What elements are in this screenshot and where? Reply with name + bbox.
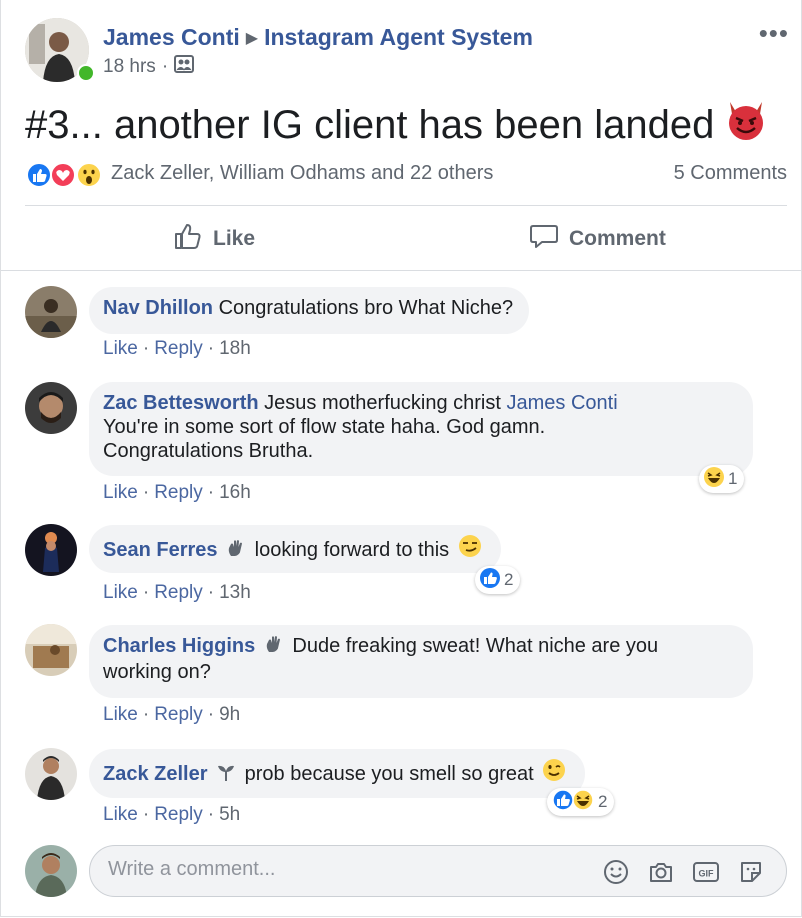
post-timestamp[interactable]: 18 hrs — [103, 56, 156, 78]
commenter-avatar[interactable] — [25, 524, 77, 576]
camera-icon[interactable] — [647, 858, 675, 886]
comment-button[interactable]: Comment — [529, 220, 666, 258]
post-meta: 18 hrs · — [103, 55, 195, 79]
mention-link[interactable]: James Conti — [506, 392, 617, 414]
comment-reply-link[interactable]: Reply — [154, 804, 203, 825]
waving-hand-icon — [226, 538, 246, 564]
reactions-summary: Zack Zeller, William Odhams and 22 other… — [25, 158, 787, 192]
reaction-icons — [551, 788, 595, 817]
author-name-link[interactable]: James Conti — [103, 24, 240, 50]
comment-reaction-pill[interactable]: 1 — [699, 465, 745, 493]
comment-actions: Like · Reply · 13h — [103, 582, 251, 603]
arrow-right-icon: ▶ — [245, 30, 259, 47]
comment-actions: Like · Reply · 16h — [103, 482, 251, 503]
comment-reply-link[interactable]: Reply — [154, 704, 203, 725]
comment-timestamp[interactable]: 5h — [219, 804, 240, 825]
divider — [25, 205, 787, 206]
like-reaction-icon — [479, 567, 501, 594]
comment-like-link[interactable]: Like — [103, 482, 138, 503]
comment-text-line: You're in some sort of flow state haha. … — [103, 416, 546, 438]
comment-like-link[interactable]: Like — [103, 704, 138, 725]
comment-text-line: Congratulations Brutha. — [103, 440, 314, 462]
comment-reaction-pill[interactable]: 2 — [475, 566, 521, 594]
post-body: #3... another IG client has been landed — [25, 98, 768, 152]
comment-composer: GIF — [89, 845, 787, 897]
thumbs-up-icon — [173, 221, 203, 257]
reaction-names-link[interactable]: Zack Zeller, William Odhams and 22 other… — [111, 162, 493, 185]
comment-bubble: Sean Ferres looking forward to this — [89, 525, 501, 573]
comment-reaction-pill[interactable]: 2 — [547, 788, 615, 817]
comment-text: Congratulations bro What Niche? — [218, 297, 514, 319]
comment-reply-link[interactable]: Reply — [154, 482, 203, 503]
haha-reaction-icon — [572, 788, 594, 811]
comment-reply-link[interactable]: Reply — [154, 582, 203, 603]
group-name-link[interactable]: Instagram Agent System — [264, 24, 533, 50]
more-options-icon[interactable]: ••• — [759, 18, 789, 49]
meta-separator: · — [161, 56, 169, 77]
comment-bubble: Zac Bettesworth Jesus motherfucking chri… — [89, 382, 753, 476]
reaction-icons[interactable] — [25, 161, 107, 189]
comment-reaction-count: 1 — [728, 469, 738, 488]
comment-text: prob because you smell so great — [244, 763, 534, 785]
like-reaction-icon — [26, 162, 52, 188]
comment-bubble: Nav Dhillon Congratulations bro What Nic… — [89, 287, 530, 334]
commenter-avatar[interactable] — [25, 748, 77, 800]
comment-text: Dude freaking sweat! What niche are you — [292, 635, 659, 657]
comment-bubble: Zack Zeller prob because you smell so gr… — [89, 749, 586, 798]
sprout-icon — [216, 762, 236, 788]
comment-like-link[interactable]: Like — [103, 582, 138, 603]
commenter-name-link[interactable]: Zack Zeller — [103, 763, 208, 785]
gif-icon[interactable]: GIF — [692, 858, 720, 886]
comment-like-link[interactable]: Like — [103, 338, 138, 359]
sticker-icon[interactable] — [737, 858, 765, 886]
comments-count-link[interactable]: 5 Comments — [674, 162, 787, 185]
comment-bubble: Charles Higgins Dude freaking sweat! Wha… — [89, 625, 753, 698]
commenter-name-link[interactable]: Zac Bettesworth — [103, 392, 259, 414]
comment-input[interactable] — [108, 858, 588, 881]
comment-text-line: working on? — [103, 661, 211, 683]
online-status-dot — [77, 64, 95, 82]
smirk-emoji-icon — [458, 534, 482, 564]
like-button[interactable]: Like — [173, 220, 255, 258]
commenter-name-link[interactable]: Sean Ferres — [103, 539, 218, 561]
comment-actions: Like · Reply · 18h — [103, 338, 251, 359]
commenter-avatar[interactable] — [25, 382, 77, 434]
comment-text: looking forward to this — [254, 539, 450, 561]
comment-reply-link[interactable]: Reply — [154, 338, 203, 359]
wow-reaction-icon — [76, 162, 102, 188]
current-user-avatar[interactable] — [25, 845, 77, 897]
post-card: James Conti ▶ Instagram Agent System 18 hr… — [0, 0, 802, 917]
svg-text:GIF: GIF — [699, 869, 715, 879]
haha-reaction-icon — [703, 466, 725, 493]
like-reaction-icon — [552, 788, 574, 811]
post-text: #3... another IG client has been landed — [25, 102, 715, 147]
comment-like-link[interactable]: Like — [103, 804, 138, 825]
comment-bubble-icon — [529, 221, 559, 257]
emoji-icon[interactable] — [602, 858, 630, 886]
comment-timestamp[interactable]: 16h — [219, 482, 251, 503]
commenter-avatar[interactable] — [25, 624, 77, 676]
like-button-label: Like — [213, 227, 256, 250]
waving-hand-icon — [264, 634, 284, 660]
comment-actions: Like · Reply · 9h — [103, 704, 241, 725]
smiling-devil-icon — [724, 98, 768, 152]
comment-button-label: Comment — [569, 227, 666, 250]
post-header: James Conti ▶ Instagram Agent System — [103, 24, 533, 51]
commenter-name-link[interactable]: Charles Higgins — [103, 635, 255, 657]
group-audience-icon — [174, 55, 195, 79]
commenter-avatar[interactable] — [25, 286, 77, 338]
love-reaction-icon — [50, 162, 76, 188]
commenter-name-link[interactable]: Nav Dhillon — [103, 297, 213, 319]
comment-actions: Like · Reply · 5h — [103, 804, 241, 825]
comment-timestamp[interactable]: 18h — [219, 338, 251, 359]
comment-text: Jesus motherfucking christ — [264, 392, 501, 414]
wink-emoji-icon — [542, 758, 566, 788]
comment-timestamp[interactable]: 9h — [219, 704, 240, 725]
comment-reaction-count: 2 — [504, 570, 514, 589]
divider — [1, 270, 801, 271]
comment-reaction-count: 2 — [598, 792, 608, 811]
comment-timestamp[interactable]: 13h — [219, 582, 251, 603]
